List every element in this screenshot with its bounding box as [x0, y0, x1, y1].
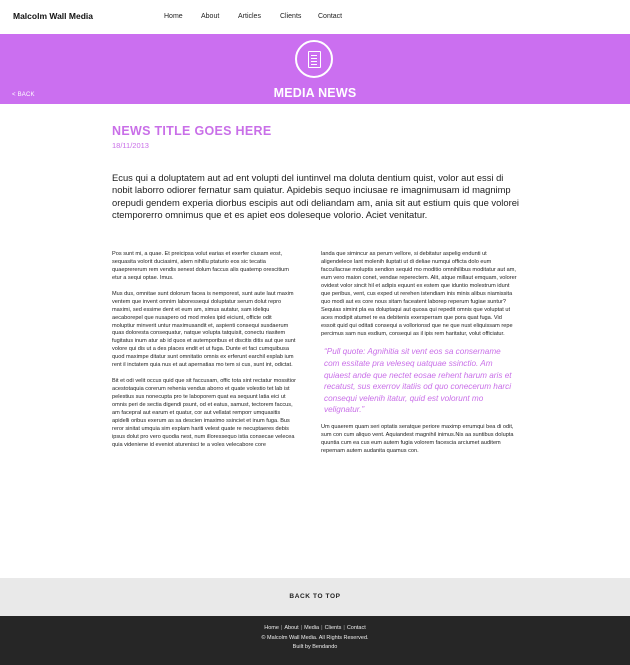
footer-links: Home | About | Media | Clients | Contact: [0, 624, 630, 634]
news-date: 18/11/2013: [112, 141, 149, 150]
nav-home[interactable]: Home: [164, 13, 201, 20]
pull-quote: “Pull quote: Agnihitia sit vent eos sa c…: [324, 347, 512, 415]
lead-paragraph: Ecus qui a doluptatem aut ad ent volupti…: [112, 172, 520, 220]
body-column-left: Pos sunt mi, a quae. Et preicipsa volut …: [112, 251, 296, 458]
footer-link-about[interactable]: About: [284, 625, 298, 631]
body-paragraph: landa que simincur as perum vellore, si …: [321, 251, 517, 337]
nav-articles[interactable]: Articles: [238, 13, 280, 20]
footer-link-home[interactable]: Home: [264, 625, 279, 631]
top-bar: Malcolm Wall Media Home About Articles C…: [0, 0, 630, 34]
article-header: NEWS TITLE GOES HERE 18/11/2013 Ecus qui…: [112, 124, 519, 221]
site-name[interactable]: Malcolm Wall Media: [13, 11, 93, 21]
main-nav: Home About Articles Clients Contact: [164, 13, 358, 20]
nav-clients[interactable]: Clients: [280, 13, 318, 20]
body-paragraph: Um quaerem quam seri optatis seratque pe…: [321, 423, 514, 454]
back-to-top-bar: BACK TO TOP: [0, 578, 630, 616]
footer-copyright: © Malcolm Wall Media. All Rights Reserve…: [261, 634, 369, 641]
footer-link-clients[interactable]: Clients: [325, 625, 342, 631]
news-title: NEWS TITLE GOES HERE: [112, 124, 272, 138]
body-paragraph: Mus dus, omnitae sunt dolorum facea is n…: [112, 290, 296, 369]
footer-built-by: Built by Bendando: [292, 644, 338, 650]
banner-title: MEDIA NEWS: [273, 86, 357, 100]
news-document-icon: [295, 40, 333, 78]
body-paragraph: Bit et odi velit occus quid que sit facc…: [112, 378, 296, 448]
body-column-right: landa que simincur as perum vellore, si …: [321, 251, 518, 464]
footer: Home | About | Media | Clients | Contact © Malco…: [0, 616, 630, 665]
nav-contact[interactable]: Contact: [318, 13, 358, 20]
back-to-top-link[interactable]: BACK TO TOP: [289, 593, 340, 600]
media-news-banner: < BACK MEDIA NEWS: [0, 34, 630, 104]
footer-link-media[interactable]: Media: [304, 625, 319, 631]
nav-about[interactable]: About: [201, 13, 238, 20]
footer-link-contact[interactable]: Contact: [347, 625, 366, 631]
body-paragraph: Pos sunt mi, a quae. Et preicipsa volut …: [112, 251, 289, 281]
